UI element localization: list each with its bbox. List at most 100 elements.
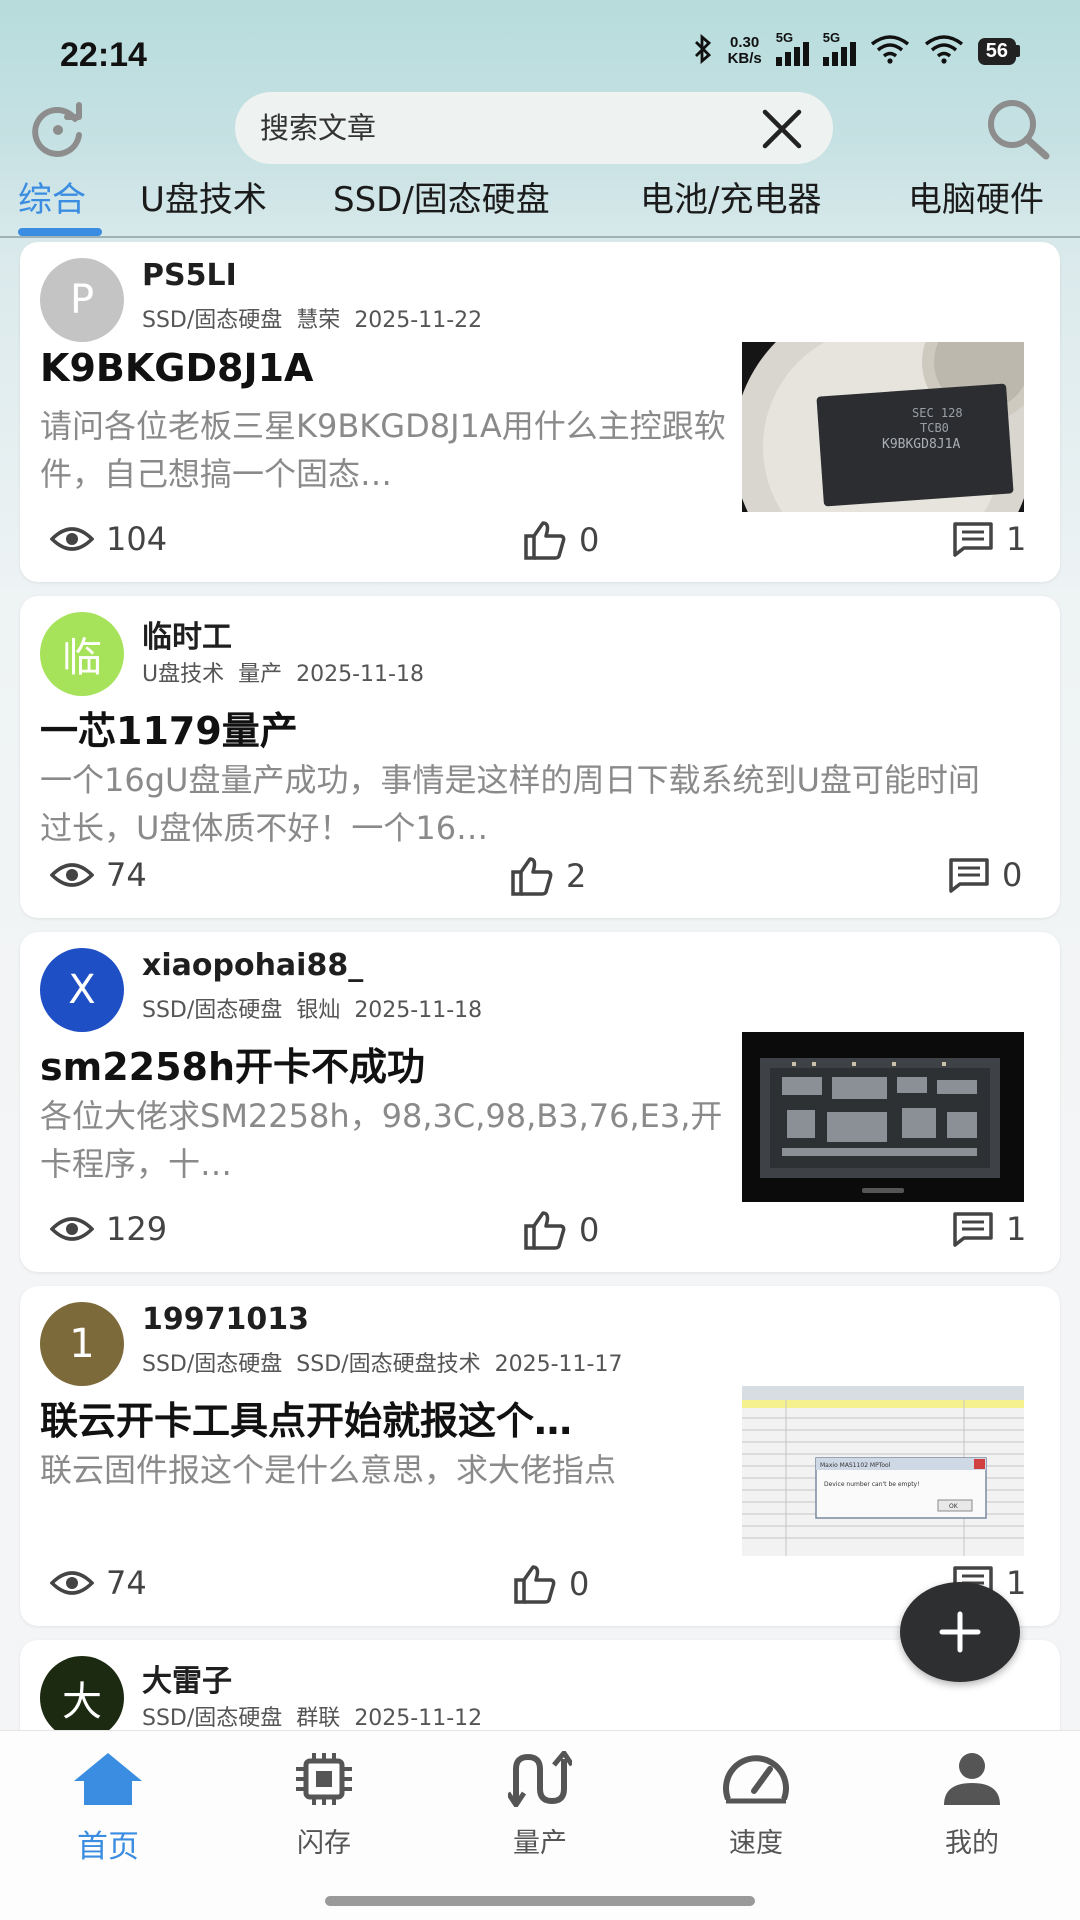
post-title[interactable]: 联云开卡工具点开始就报这个… [40,1390,740,1445]
svg-text:SEC 128: SEC 128 [912,406,963,420]
post-thumbnail[interactable]: SEC 128 TCB0 K9BKGD8J1A [742,342,1024,512]
status-time: 22:14 [60,36,147,74]
nav-mass-production[interactable]: 量产 [470,1751,610,1881]
post-meta: SSD/固态硬盘 群联 2025-11-12 [142,1700,496,1730]
author-name[interactable]: 临时工 [142,612,232,656]
post-card[interactable]: P PS5LI SSD/固态硬盘 慧荣 2025-11-22 K9BKGD8J1A … [20,242,1060,582]
comment-icon [953,1212,993,1247]
thumbs-up-icon [511,857,553,896]
post-card[interactable]: X xiaopohai88_ SSD/固态硬盘 银灿 2025-11-18 sm22… [20,932,1060,1272]
thumbs-up-icon [514,1565,556,1604]
like-button[interactable]: 0 [523,1210,599,1250]
view-count: 74 [50,856,147,894]
author-name[interactable]: xiaopohai88_ [142,948,363,983]
post-stats: 74 2 0 [20,838,1060,918]
eye-icon [50,863,94,887]
author-name[interactable]: PS5LI [142,258,237,293]
post-card[interactable]: 临 临时工 U盘技术 量产 2025-11-18 一芯1179量产 一个16gU盘量… [20,596,1060,918]
comment-icon [953,522,993,557]
active-tab-indicator [18,228,102,236]
home-indicator[interactable] [325,1896,755,1906]
post-card[interactable]: 大 大雷子 SSD/固态硬盘 群联 2025-11-12 [20,1640,1060,1730]
refresh-icon [32,102,82,157]
plus-icon [939,1611,981,1653]
clear-search-icon[interactable] [759,106,805,152]
avatar[interactable]: X [40,948,124,1032]
post-category: SSD/固态硬盘 [142,998,283,1023]
post-thumbnail[interactable]: Maxio MAS1102 MPTool Device number can't… [742,1386,1024,1556]
eye-icon [50,1217,94,1241]
post-excerpt: 请问各位老板三星K9BKGD8J1A用什么主控跟软件，自己想搞一个固态… [40,407,726,493]
speedometer-icon [723,1755,789,1804]
post-thumbnail[interactable] [742,1032,1024,1202]
search-box [235,92,833,164]
view-count: 74 [50,1564,147,1602]
post-date: 2025-11-18 [296,662,424,687]
comment-count[interactable]: 0 [948,856,1022,894]
battery-icon: 56 [977,37,1020,65]
avatar[interactable]: 大 [40,1656,124,1730]
post-subcategory: 群联 [296,1706,341,1730]
post-meta: U盘技术 量产 2025-11-18 [142,656,438,688]
bottom-nav: 首页 闪存 量产 速度 我的 [0,1730,1080,1920]
post-title[interactable]: sm2258h开卡不成功 [40,1036,730,1091]
tab-battery-charger[interactable]: 电池/充电器 [640,172,821,221]
post-excerpt: 联云固件报这个是什么意思，求大佬指点 [40,1451,617,1489]
post-date: 2025-11-12 [354,1706,483,1730]
chip-icon [296,1753,352,1805]
post-title[interactable]: 一芯1179量产 [40,700,1020,755]
status-icons: 0.30 KB/s 5G 5G 56 [692,30,1020,68]
search-icon[interactable] [982,96,1054,162]
post-date: 2025-11-18 [354,998,483,1023]
thumbs-up-icon [524,1211,566,1250]
author-name[interactable]: 19971013 [142,1302,309,1337]
tab-general[interactable]: 综合 [18,172,86,221]
tab-pc-hardware[interactable]: 电脑硬件 [908,172,1044,221]
nav-speed[interactable]: 速度 [686,1751,826,1881]
signal-5g-icon: 5G [822,30,856,66]
avatar[interactable]: P [40,258,124,342]
svg-text:TCB0: TCB0 [920,421,949,435]
signal-5g-icon: 5G [775,30,809,66]
avatar[interactable]: 1 [40,1302,124,1386]
like-button[interactable]: 0 [523,520,599,560]
view-count: 104 [50,520,167,558]
nav-flash[interactable]: 闪存 [254,1751,394,1881]
home-icon [74,1753,142,1805]
post-feed[interactable]: P PS5LI SSD/固态硬盘 慧荣 2025-11-22 K9BKGD8J1A … [0,242,1080,1730]
comment-count[interactable]: 1 [952,520,1026,558]
comment-icon [949,858,989,893]
thumbs-up-icon [524,521,566,560]
post-subcategory: SSD/固态硬盘技术 [296,1352,481,1377]
like-button[interactable]: 2 [510,856,586,896]
post-title[interactable]: K9BKGD8J1A [40,346,720,390]
author-name[interactable]: 大雷子 [142,1656,232,1700]
top-bar [0,90,1080,170]
post-card[interactable]: 1 19971013 SSD/固态硬盘 SSD/固态硬盘技术 2025-11-17 … [20,1286,1060,1626]
avatar[interactable]: 临 [40,612,124,696]
comment-count[interactable]: 1 [952,1210,1026,1248]
post-stats: 129 0 1 [20,1192,1060,1272]
post-date: 2025-11-22 [354,308,483,333]
post-category: SSD/固态硬盘 [142,1352,283,1377]
refresh-button[interactable] [20,98,96,162]
post-subcategory: 慧荣 [296,308,341,333]
search-input[interactable] [260,92,740,164]
post-date: 2025-11-17 [494,1352,623,1377]
post-meta: SSD/固态硬盘 SSD/固态硬盘技术 2025-11-17 [142,1346,636,1378]
mass-production-icon [508,1751,572,1807]
nav-home[interactable]: 首页 [38,1751,178,1881]
post-category: SSD/固态硬盘 [142,1706,283,1730]
wifi-icon [870,34,910,68]
like-button[interactable]: 0 [513,1564,589,1604]
wifi-icon [924,34,964,68]
post-subcategory: 银灿 [296,998,341,1023]
post-meta: SSD/固态硬盘 慧荣 2025-11-22 [142,302,496,334]
tab-usb-tech[interactable]: U盘技术 [140,172,267,221]
tab-ssd[interactable]: SSD/固态硬盘 [333,172,550,221]
bluetooth-icon [692,33,714,68]
new-post-button[interactable] [900,1582,1020,1682]
svg-text:K9BKGD8J1A: K9BKGD8J1A [882,437,960,452]
nav-mine[interactable]: 我的 [902,1751,1042,1881]
person-icon [944,1753,1000,1805]
